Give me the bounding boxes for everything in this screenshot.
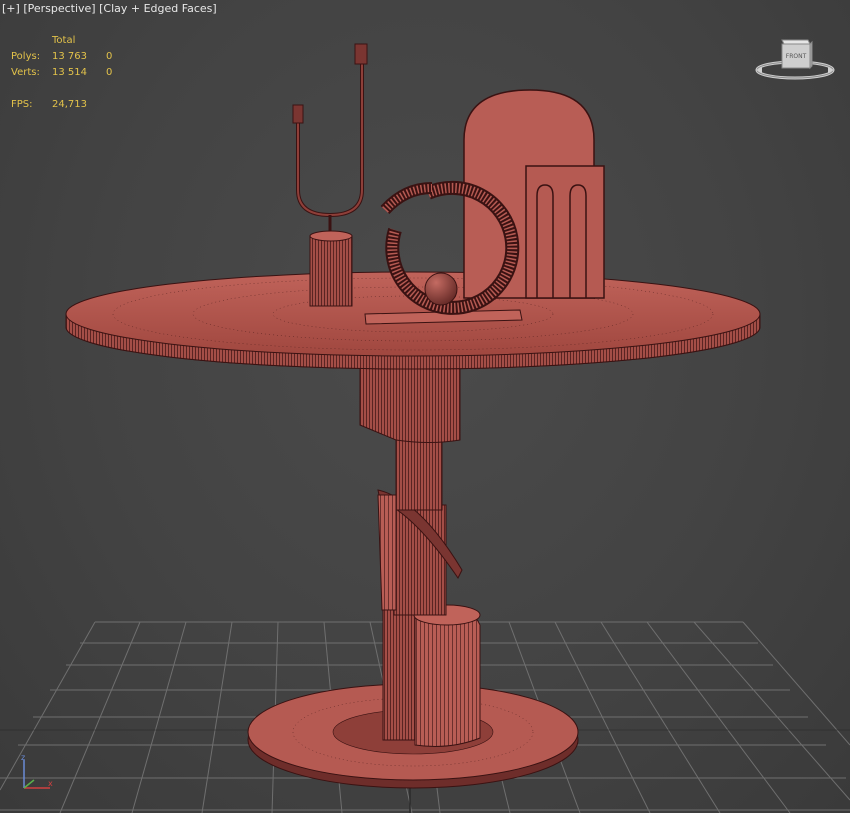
viewport-menu-plus[interactable]: [+] <box>2 2 20 15</box>
scene-3d[interactable] <box>0 0 850 813</box>
perspective-viewport[interactable]: [+] [Perspective] [Clay + Edged Faces] T… <box>0 0 850 813</box>
fps-label: FPS: <box>11 99 33 110</box>
stats-selected: 0 <box>106 67 113 78</box>
axis-tripod-icon: z x <box>14 752 60 794</box>
stats-selected: 0 <box>106 51 113 62</box>
stats-header: Total <box>52 35 76 46</box>
stats-total: 13 763 <box>52 51 87 62</box>
stats-label: Polys: <box>11 51 41 62</box>
viewport-label: [+] [Perspective] [Clay + Edged Faces] <box>2 2 217 15</box>
viewcube-icon[interactable]: FRONT <box>754 34 836 82</box>
axis-x-label: x <box>48 779 53 788</box>
axis-z-label: z <box>21 753 25 762</box>
viewport-shading-menu[interactable]: [Clay + Edged Faces] <box>99 2 217 15</box>
fps-value: 24,713 <box>52 99 87 110</box>
viewport-view-menu[interactable]: [Perspective] <box>23 2 95 15</box>
candle-holder <box>292 43 368 307</box>
stats-total: 13 514 <box>52 67 87 78</box>
stats-label: Verts: <box>11 67 40 78</box>
viewcube-face-label[interactable]: FRONT <box>786 53 807 60</box>
